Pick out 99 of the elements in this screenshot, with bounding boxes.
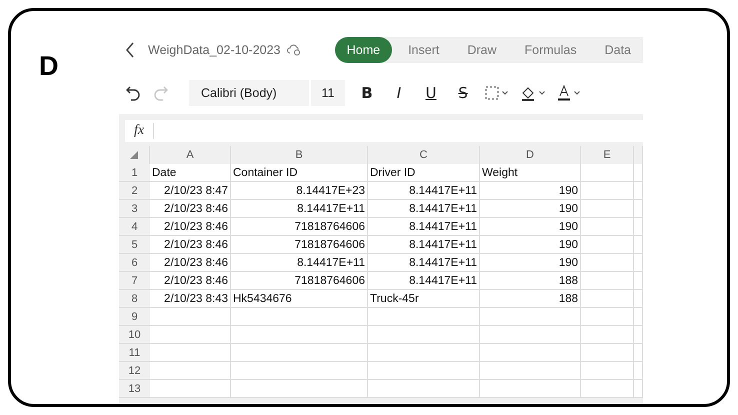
row-header[interactable]: 5 xyxy=(119,236,150,254)
table-cell: 8.14417E+23 xyxy=(231,182,368,200)
formula-bar[interactable]: fx xyxy=(125,120,643,142)
table-cell: 71818764606 xyxy=(231,236,368,254)
table-cell: Container ID xyxy=(231,164,368,182)
empty-cell xyxy=(634,308,643,326)
row-header[interactable]: 4 xyxy=(119,218,150,236)
borders-icon[interactable] xyxy=(485,86,508,100)
table-cell: 190 xyxy=(480,236,581,254)
empty-cell xyxy=(581,182,634,200)
chevron-icon xyxy=(502,91,508,95)
table-cell: 2/10/23 8:43 xyxy=(150,290,231,308)
table-cell: 8.14417E+11 xyxy=(231,200,368,218)
font-field[interactable]: Calibri (Body) xyxy=(189,80,309,106)
empty-cell xyxy=(581,290,634,308)
panel-label: D xyxy=(39,51,58,81)
underline-button[interactable]: U xyxy=(415,84,447,102)
back-icon[interactable] xyxy=(125,42,135,58)
column-header[interactable]: E xyxy=(581,146,634,164)
empty-cell xyxy=(581,380,634,398)
ribbon-tab[interactable]: Data xyxy=(592,37,643,63)
corner-triangle-icon xyxy=(130,151,138,159)
table-cell: Weight xyxy=(480,164,581,182)
row-header[interactable]: 1 xyxy=(119,164,150,182)
chevron-icon xyxy=(574,91,580,95)
empty-cell xyxy=(634,290,643,308)
italic-button[interactable]: I xyxy=(383,84,415,102)
undo-icon[interactable] xyxy=(125,85,141,101)
row-header[interactable]: 2 xyxy=(119,182,150,200)
table-cell: 188 xyxy=(480,290,581,308)
row-header[interactable]: 8 xyxy=(119,290,150,308)
empty-cell xyxy=(581,272,634,290)
row-header[interactable]: 7 xyxy=(119,272,150,290)
file-name: WeighData_02-10-2023 xyxy=(148,43,281,57)
empty-cell xyxy=(581,164,634,182)
empty-cell xyxy=(634,254,643,272)
row-header[interactable]: 3 xyxy=(119,200,150,218)
table-cell: Date xyxy=(150,164,231,182)
table-cell: 190 xyxy=(480,200,581,218)
column-header[interactable]: C xyxy=(368,146,480,164)
table-cell: 8.14417E+11 xyxy=(368,254,480,272)
row-header[interactable]: 11 xyxy=(119,344,150,362)
table-cell: 8.14417E+11 xyxy=(368,272,480,290)
empty-cell xyxy=(581,236,634,254)
font-color-icon[interactable] xyxy=(557,85,580,101)
empty-cell xyxy=(581,200,634,218)
table-cell: 188 xyxy=(480,272,581,290)
empty-cell xyxy=(634,272,643,290)
table-cell: 190 xyxy=(480,254,581,272)
empty-cell xyxy=(581,254,634,272)
column-header[interactable]: D xyxy=(480,146,581,164)
table-cell: 2/10/23 8:46 xyxy=(150,218,231,236)
strikethrough-button[interactable]: S xyxy=(447,84,479,102)
empty-cell xyxy=(634,182,643,200)
table-cell: 71818764606 xyxy=(231,272,368,290)
empty-cell xyxy=(634,344,643,362)
empty-cell xyxy=(634,326,643,344)
empty-cell xyxy=(634,218,643,236)
table-cell: 190 xyxy=(480,218,581,236)
table-cell: 8.14417E+11 xyxy=(368,218,480,236)
empty-cell xyxy=(581,218,634,236)
table-cell: Truck-45r xyxy=(368,290,480,308)
ribbon-tab[interactable]: Home xyxy=(334,37,392,63)
empty-cell xyxy=(634,200,643,218)
table-cell: 190 xyxy=(480,182,581,200)
row-header[interactable]: 13 xyxy=(119,380,150,398)
table-cell: 2/10/23 8:46 xyxy=(150,272,231,290)
empty-cell xyxy=(581,344,634,362)
row-header[interactable]: 9 xyxy=(119,308,150,326)
ribbon-tab[interactable]: Formulas xyxy=(512,37,589,63)
table-cell: Driver ID xyxy=(368,164,480,182)
chevron-icon xyxy=(539,91,545,95)
table-cell: 2/10/23 8:46 xyxy=(150,236,231,254)
table-cell: 2/10/23 8:46 xyxy=(150,254,231,272)
table-cell: 2/10/23 8:47 xyxy=(150,182,231,200)
table-cell: Hk5434676 xyxy=(231,290,368,308)
table-cell: 71818764606 xyxy=(231,218,368,236)
empty-cell xyxy=(581,362,634,380)
empty-cell xyxy=(581,326,634,344)
table-cell: 8.14417E+11 xyxy=(231,254,368,272)
ribbon-tab[interactable]: Insert xyxy=(396,37,452,63)
table-cell: 2/10/23 8:46 xyxy=(150,200,231,218)
column-header[interactable]: A xyxy=(150,146,231,164)
row-header[interactable]: 12 xyxy=(119,362,150,380)
font-size-field[interactable]: 11 xyxy=(311,80,345,106)
empty-cell xyxy=(581,308,634,326)
row-header[interactable]: 10 xyxy=(119,326,150,344)
table-cell: 8.14417E+11 xyxy=(368,200,480,218)
empty-cell xyxy=(634,362,643,380)
cloud-icon xyxy=(286,44,301,56)
table-cell: 8.14417E+11 xyxy=(368,236,480,254)
table-cell: 8.14417E+11 xyxy=(368,182,480,200)
empty-cell xyxy=(634,236,643,254)
ribbon-tab[interactable]: Draw xyxy=(455,37,508,63)
column-header[interactable]: B xyxy=(231,146,368,164)
empty-cell xyxy=(634,380,643,398)
row-header[interactable]: 6 xyxy=(119,254,150,272)
fill-color-icon[interactable] xyxy=(520,85,545,101)
bold-button[interactable]: B xyxy=(351,84,383,102)
